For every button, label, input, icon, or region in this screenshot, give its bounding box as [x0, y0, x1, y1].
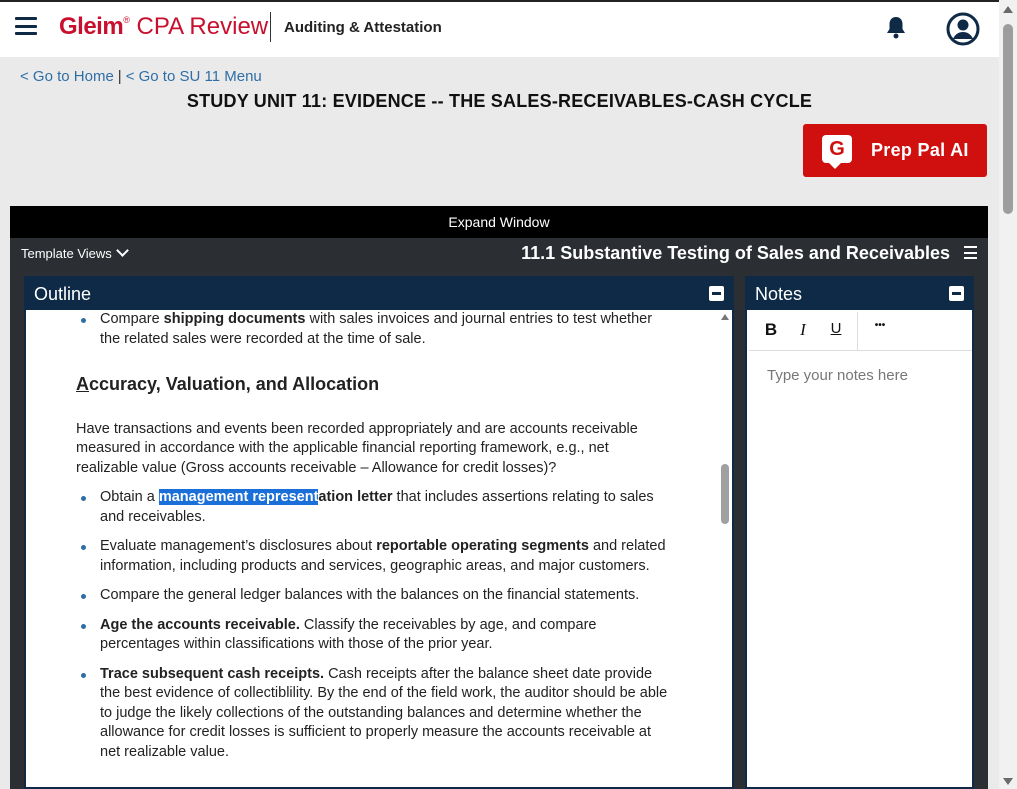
notes-minimize-icon[interactable]	[949, 286, 964, 301]
go-home-link[interactable]: < Go to Home	[20, 68, 114, 85]
logo-product: CPA Review	[136, 13, 269, 40]
more-options-icon[interactable]: •••	[869, 320, 891, 340]
list-item: Obtain a management representation lette…	[26, 488, 718, 527]
top-bar: Gleim® CPA Review Auditing & Attestation	[0, 0, 999, 57]
notes-toolbar: B I U •••	[749, 312, 972, 351]
page-title: STUDY UNIT 11: EVIDENCE -- THE SALES-REC…	[186, 91, 813, 111]
list-item: Compare the general ledger balances with…	[26, 586, 718, 606]
expand-window-button[interactable]: Expand Window	[10, 206, 988, 238]
notes-panel: Notes B I U •••	[745, 276, 974, 789]
chevron-down-icon	[115, 244, 129, 257]
page-scrollbar[interactable]	[999, 0, 1017, 789]
section-title: 11.1 Substantive Testing of Sales and Re…	[521, 243, 950, 263]
toolbar-divider	[857, 312, 858, 350]
scroll-up-icon[interactable]	[1003, 6, 1013, 13]
list-item: Compare shipping documents with sales in…	[26, 310, 718, 349]
outline-minimize-icon[interactable]	[709, 286, 724, 301]
logo[interactable]: Gleim® CPA Review	[59, 13, 268, 41]
notification-bell-icon[interactable]	[885, 15, 907, 44]
bold-icon[interactable]: B	[761, 320, 781, 340]
underline-icon[interactable]: U	[826, 320, 846, 340]
scroll-up-icon[interactable]	[721, 314, 729, 320]
header-divider	[270, 12, 271, 42]
section-menu-icon[interactable]	[964, 246, 977, 259]
prep-pal-button[interactable]: G Prep Pal AI	[803, 124, 987, 177]
scroll-down-icon[interactable]	[1003, 778, 1013, 785]
template-views-label: Template Views	[21, 246, 112, 261]
outline-panel: Outline Compare shipping documents with …	[24, 276, 734, 789]
outline-title: Outline	[34, 284, 92, 304]
user-account-icon[interactable]	[946, 12, 980, 51]
notes-title: Notes	[755, 284, 803, 304]
intro-paragraph: Have transactions and events been record…	[76, 420, 638, 476]
outline-scrollbar[interactable]	[718, 310, 732, 787]
notes-header: Notes	[747, 278, 972, 310]
outline-content: Compare shipping documents with sales in…	[26, 310, 718, 787]
breadcrumb: < Go to Home | < Go to SU 11 Menu	[20, 68, 262, 85]
scrollbar-thumb[interactable]	[1003, 24, 1013, 214]
selected-text: management represent	[158, 489, 319, 505]
logo-brand: Gleim	[59, 13, 124, 40]
section-heading: Accuracy, Valuation, and Allocation	[76, 374, 380, 394]
hamburger-menu-icon[interactable]	[15, 17, 37, 35]
notes-input[interactable]	[749, 351, 970, 787]
scrollbar-thumb[interactable]	[721, 464, 729, 524]
italic-icon[interactable]: I	[793, 320, 813, 340]
breadcrumb-separator: |	[117, 68, 122, 85]
template-bar: Template Views 11.1 Substantive Testing …	[10, 238, 988, 270]
course-title: Auditing & Attestation	[284, 19, 442, 36]
study-frame: Expand Window Template Views 11.1 Substa…	[10, 206, 988, 789]
list-item: Age the accounts receivable. Classify th…	[26, 616, 718, 655]
prep-pal-label: Prep Pal AI	[871, 140, 969, 160]
list-item: Evaluate management’s disclosures about …	[26, 537, 718, 576]
template-views-dropdown[interactable]: Template Views	[21, 244, 129, 261]
outline-header: Outline	[26, 278, 732, 310]
list-item: Trace subsequent cash receipts. Cash rec…	[26, 665, 718, 763]
prep-pal-logo-icon: G	[822, 135, 852, 169]
go-su-menu-link[interactable]: < Go to SU 11 Menu	[126, 68, 262, 85]
